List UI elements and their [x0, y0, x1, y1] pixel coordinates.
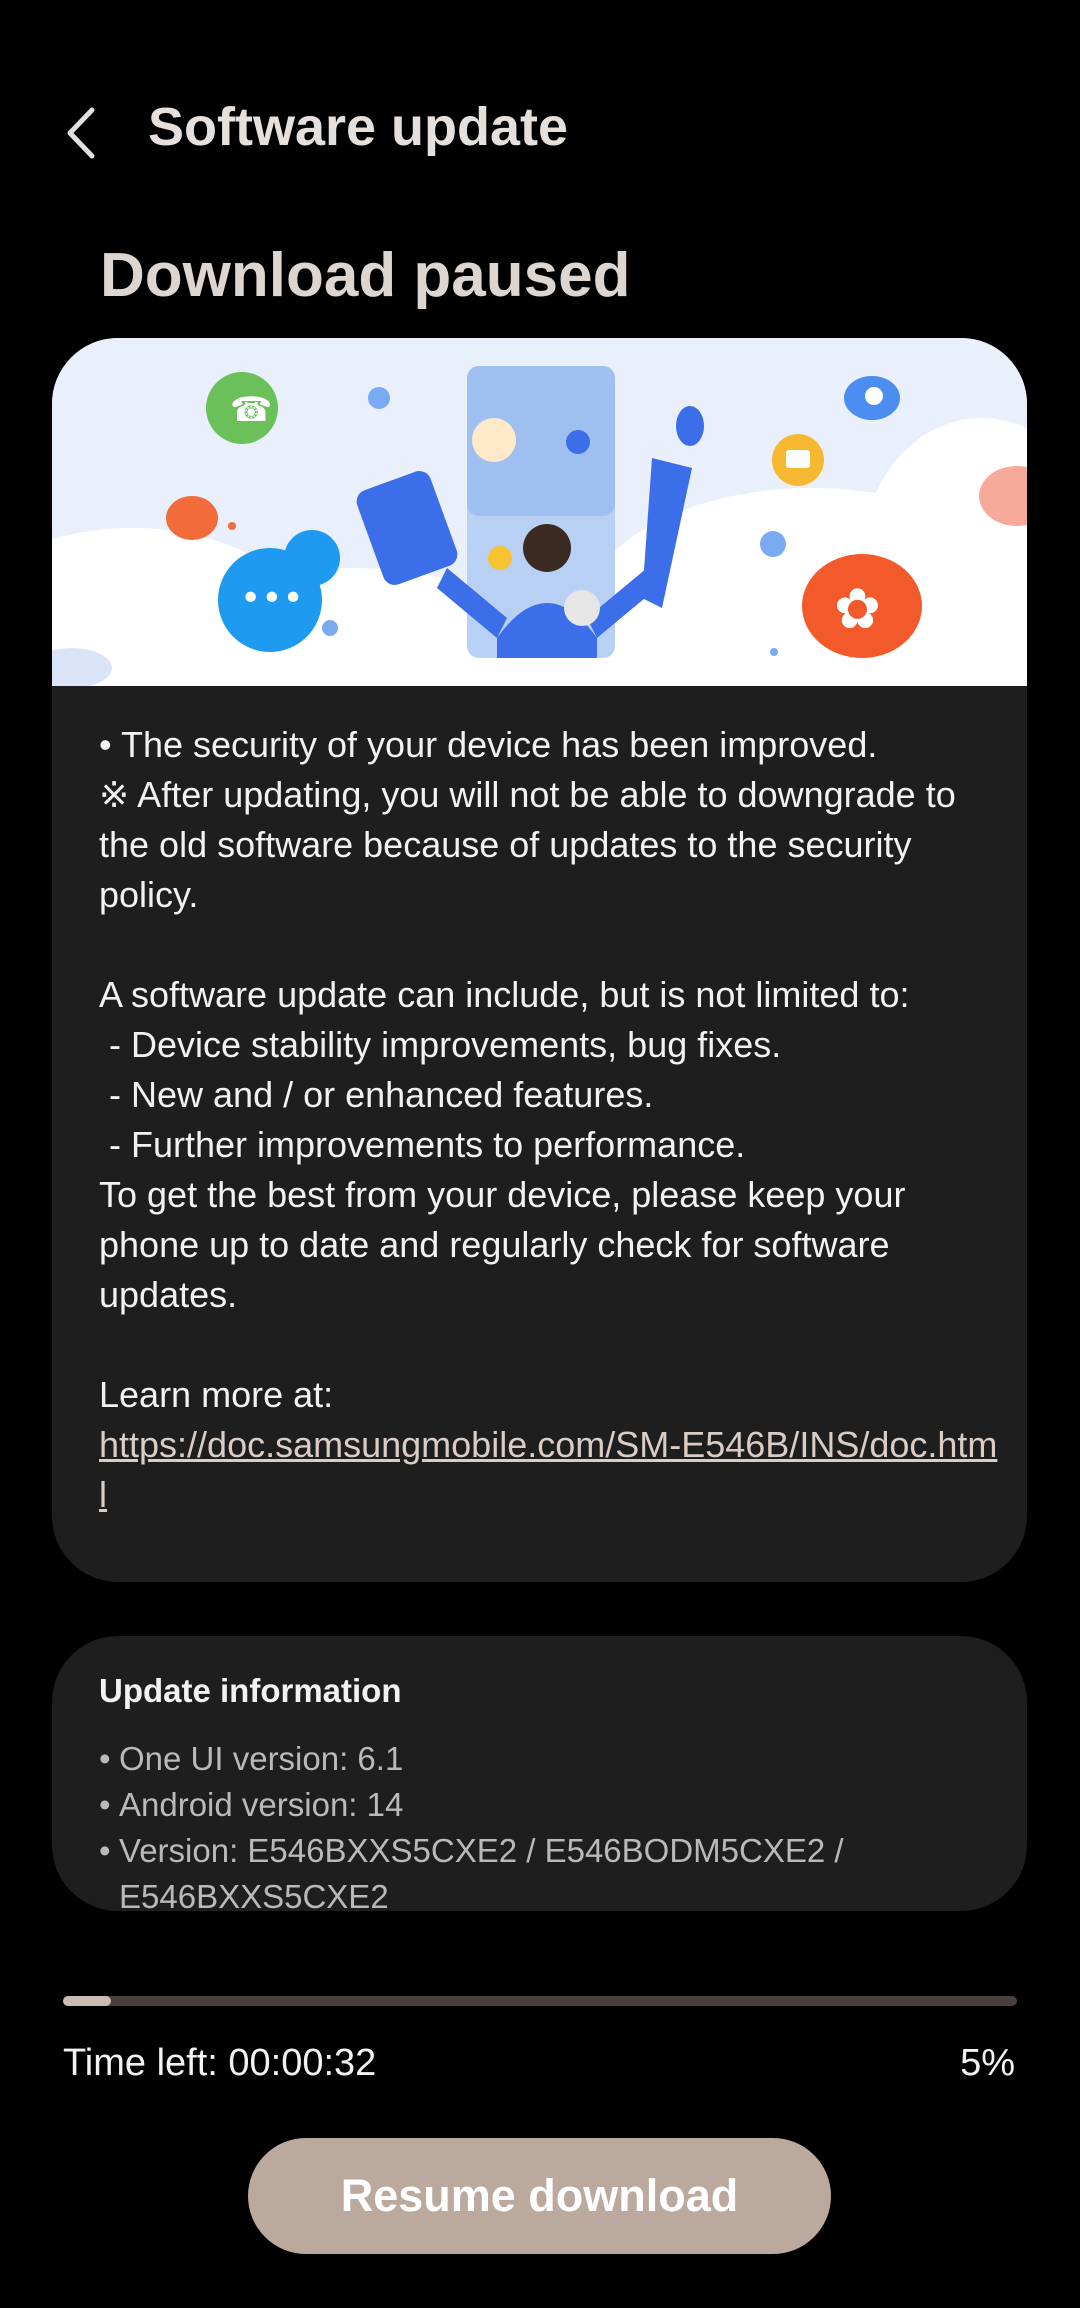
- back-arrow-icon[interactable]: [56, 98, 116, 168]
- time-left-label: Time left: 00:00:32: [63, 2042, 377, 2084]
- update-includes-intro: A software update can include, but is no…: [99, 974, 910, 1015]
- note-item: - Device stability improvements, bug fix…: [99, 1024, 782, 1065]
- note-item: - New and / or enhanced features.: [99, 1074, 654, 1115]
- note-item: - Further improvements to performance.: [99, 1124, 746, 1165]
- update-information-title: Update information: [99, 1672, 402, 1709]
- release-notes: • The security of your device has been i…: [99, 720, 999, 1520]
- release-notes-card: ☎ ••• ✿ • The security of your device ha…: [52, 338, 1027, 1582]
- learn-more-link[interactable]: https://doc.samsungmobile.com/SM-E546B/I…: [99, 1424, 997, 1515]
- download-progress-bar: [63, 1996, 1017, 2006]
- closing-note: To get the best from your device, please…: [99, 1174, 916, 1315]
- svg-text:☎: ☎: [230, 390, 272, 430]
- page-title: Software update: [148, 97, 569, 157]
- learn-more-label: Learn more at:: [99, 1374, 334, 1415]
- download-status-title: Download paused: [100, 241, 631, 310]
- update-information-list: One UI version: 6.1 Android version: 14 …: [99, 1736, 979, 1911]
- one-ui-version: One UI version: 6.1: [99, 1736, 979, 1782]
- update-illustration: ☎ ••• ✿: [52, 338, 1027, 748]
- download-progress-fill: [63, 1996, 111, 2006]
- build-version: Version: E546BXXS5CXE2 / E546BODM5CXE2 /…: [99, 1828, 979, 1911]
- svg-text:✿: ✿: [834, 577, 881, 642]
- resume-download-button[interactable]: Resume download: [248, 2138, 831, 2254]
- downgrade-warning: ※ After updating, you will not be able t…: [99, 774, 966, 915]
- update-information-card: Update information One UI version: 6.1 A…: [52, 1636, 1027, 1911]
- android-version: Android version: 14: [99, 1782, 979, 1828]
- security-note: • The security of your device has been i…: [99, 724, 878, 765]
- svg-text:•••: •••: [240, 578, 304, 619]
- progress-percent: 5%: [960, 2042, 1015, 2084]
- app-header: Software update: [0, 70, 1080, 190]
